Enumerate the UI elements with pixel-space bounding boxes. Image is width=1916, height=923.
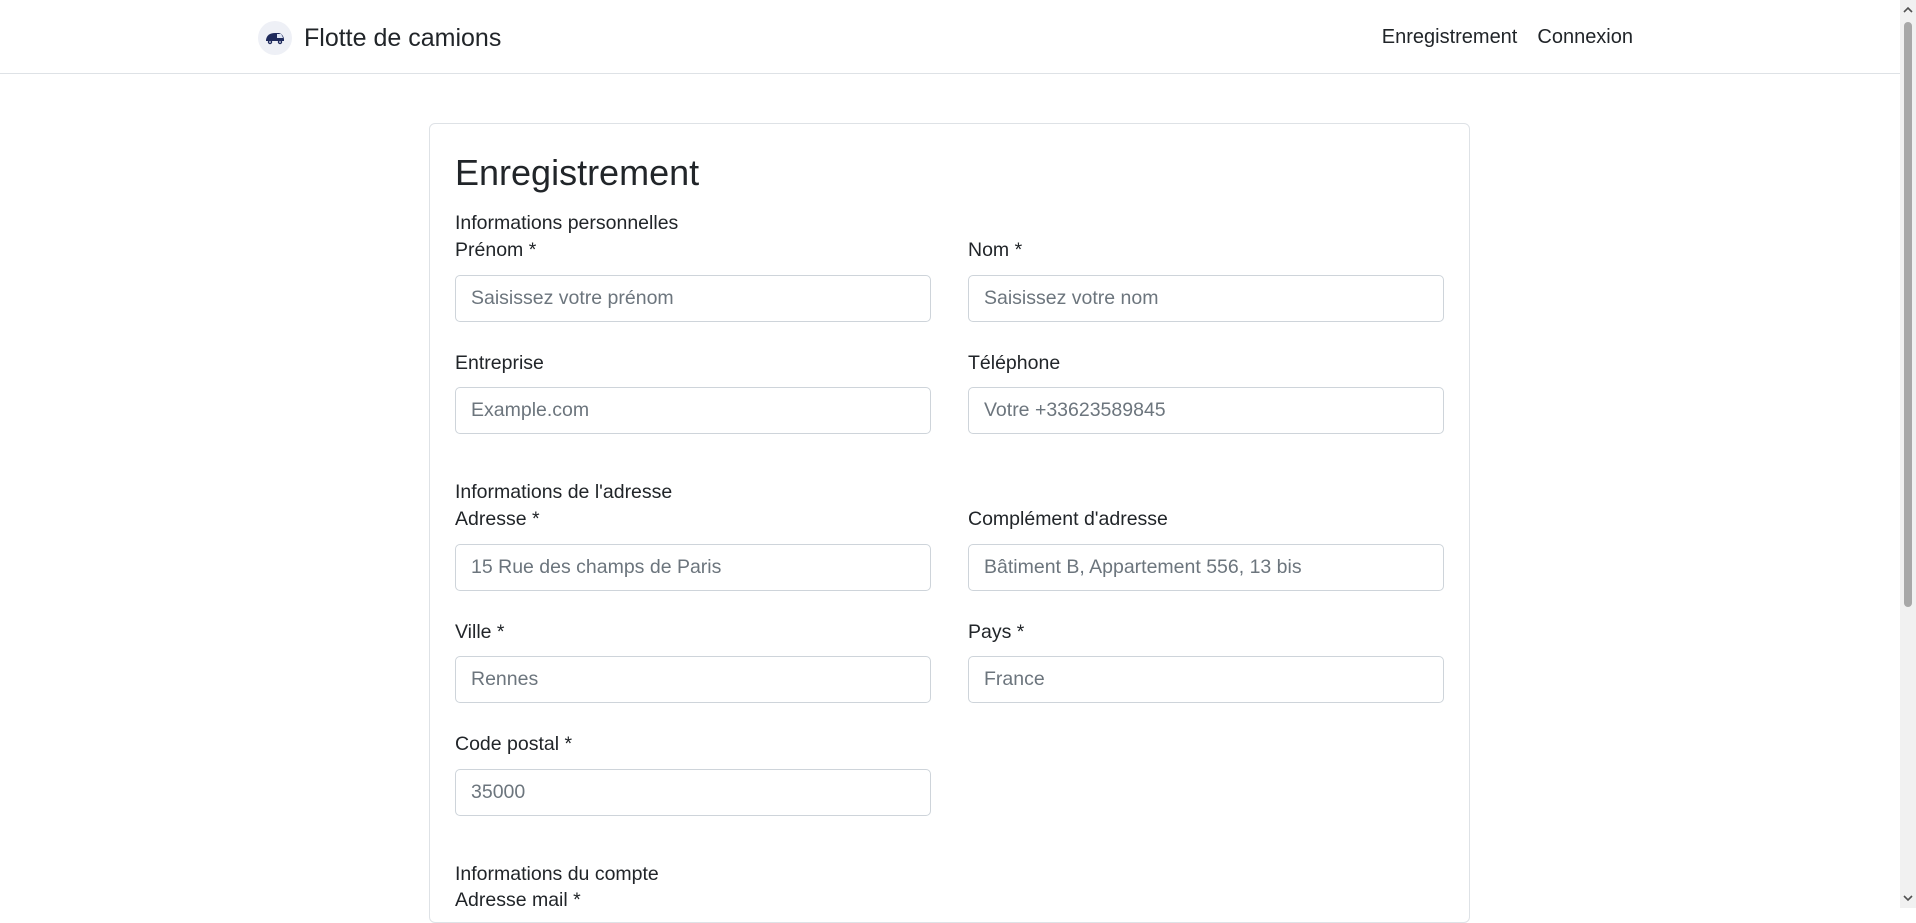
lastname-label: Nom * [968,239,1023,261]
top-navbar: Flotte de camions Enregistrement Connexi… [0,0,1900,74]
nav-link-enregistrement[interactable]: Enregistrement [1382,26,1518,49]
brand-name: Flotte de camions [304,23,502,52]
firstname-label: Prénom * [455,239,537,261]
phone-label: Téléphone [968,352,1061,374]
country-input[interactable] [968,656,1444,703]
nav-links: Enregistrement Connexion [1362,26,1633,49]
email-label: Adresse mail * [455,889,581,911]
nav-link-connexion[interactable]: Connexion [1537,26,1633,49]
address-complement-input[interactable] [968,544,1444,591]
postal-code-input[interactable] [455,769,931,816]
address-label: Adresse * [455,508,540,530]
address-complement-label: Complément d'adresse [968,508,1168,530]
page-title: Enregistrement [455,152,700,193]
lastname-input[interactable] [968,275,1444,322]
section-address-info: Informations de l'adresse [455,481,673,503]
chevron-up-icon[interactable] [1900,2,1916,18]
phone-input[interactable] [968,387,1444,434]
brand[interactable]: Flotte de camions [258,20,501,56]
truck-logo-icon [258,21,292,55]
page-scrollbar[interactable] [1900,0,1916,908]
city-label: Ville * [455,621,505,643]
scroll-thumb[interactable] [1904,22,1912,607]
company-label: Entreprise [455,352,544,374]
section-personal-info: Informations personnelles [455,212,679,234]
country-label: Pays * [968,621,1025,643]
postal-code-label: Code postal * [455,733,573,755]
firstname-input[interactable] [455,275,931,322]
section-account-info: Informations du compte [455,863,659,885]
registration-card: Enregistrement Informations personnelles… [429,123,1470,923]
address-input[interactable] [455,544,931,591]
company-input[interactable] [455,387,931,434]
city-input[interactable] [455,656,931,703]
chevron-down-icon[interactable] [1900,890,1916,906]
